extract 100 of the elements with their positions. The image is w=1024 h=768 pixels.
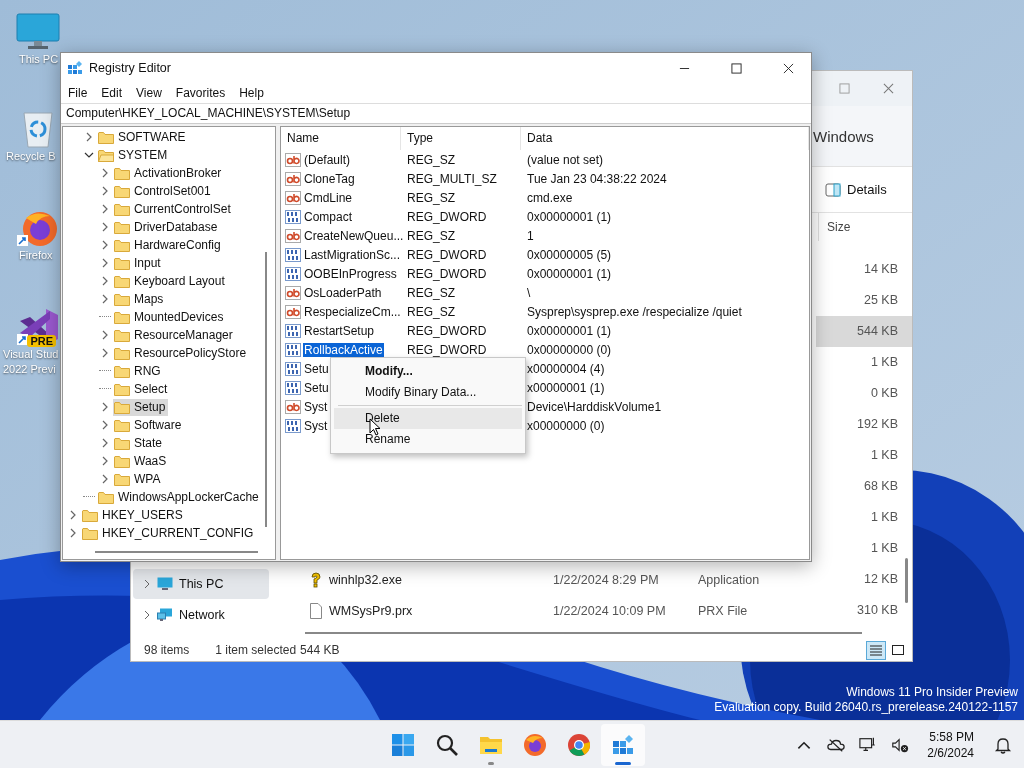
tree-item[interactable]: Select [113, 380, 171, 398]
file-name: winhlp32.exe [329, 572, 402, 587]
string-value-icon [285, 152, 301, 167]
value-name[interactable]: LastMigrationSc... [303, 247, 402, 262]
menu-item[interactable]: View [129, 86, 169, 100]
file-size[interactable]: 14 KB [816, 254, 912, 285]
address-field[interactable]: Computer\HKEY_LOCAL_MACHINE\SYSTEM\Setup [61, 103, 811, 124]
file-size[interactable]: 1 KB [816, 502, 912, 533]
tree-item[interactable]: WindowsAppLockerCache [97, 488, 262, 506]
tree-item[interactable]: MountedDevices [113, 308, 227, 326]
value-name[interactable]: OOBEInProgress [303, 266, 398, 281]
menu-item[interactable]: Rename [334, 429, 522, 450]
file-size[interactable]: 1 KB [816, 347, 912, 378]
taskbar-app-button[interactable] [601, 723, 645, 766]
clock[interactable]: 5:58 PM 2/6/2024 [927, 728, 974, 761]
file-size[interactable]: 310 KB [816, 595, 912, 626]
details-button[interactable]: Details [821, 180, 891, 199]
tree-item[interactable]: Input [113, 254, 164, 272]
close-icon[interactable] [883, 83, 894, 94]
nav-item[interactable]: This PC [133, 569, 269, 599]
column-header[interactable]: Name [281, 127, 401, 150]
file-name: WMSysPr9.prx [329, 603, 413, 618]
menu-item[interactable]: Help [232, 86, 271, 100]
preview-badge: PRE [27, 335, 56, 347]
tree-item[interactable]: Maps [113, 290, 167, 308]
menu-item[interactable]: File [61, 86, 95, 100]
value-type: REG_DWORD [407, 323, 487, 338]
registry-cubes-icon [611, 732, 635, 757]
value-name[interactable]: Syst [303, 418, 329, 433]
tree-item[interactable]: SYSTEM [97, 146, 171, 164]
tree-item[interactable]: HKEY_USERS [81, 506, 186, 524]
tree-item[interactable]: ResourcePolicyStore [113, 344, 250, 362]
tree-item[interactable]: DriverDatabase [113, 218, 221, 236]
chevron-right-icon[interactable] [143, 579, 151, 589]
value-name[interactable]: CreateNewQueu... [303, 228, 405, 243]
value-name[interactable]: Setu [303, 380, 330, 395]
scrollbar-thumb[interactable] [95, 551, 258, 553]
value-data: Sysprep\sysprep.exe /respecialize /quiet [527, 304, 742, 319]
tree-item[interactable]: ActivationBroker [113, 164, 225, 182]
tree-item[interactable]: Setup [113, 398, 169, 416]
file-size[interactable]: 192 KB [816, 409, 912, 440]
value-data: 0x00000001 (1) [527, 209, 612, 224]
monitor-icon[interactable] [16, 12, 60, 52]
value-name[interactable]: RestartSetup [303, 323, 376, 338]
value-name[interactable]: Compact [303, 209, 354, 224]
file-size[interactable]: 1 KB [816, 440, 912, 471]
string-value-icon [285, 171, 301, 186]
column-header[interactable]: Size [818, 213, 912, 241]
value-data: x00000004 (4) [527, 361, 605, 376]
tree-item[interactable]: Software [113, 416, 185, 434]
value-name[interactable]: OsLoaderPath [303, 285, 383, 300]
value-name[interactable]: RespecializeCm... [303, 304, 402, 319]
volume-muted-icon[interactable] [891, 735, 910, 754]
details-view-button[interactable] [866, 640, 886, 660]
file-size[interactable]: 12 KB [816, 564, 912, 595]
status-text: 98 items [144, 643, 190, 657]
tree-item[interactable]: ControlSet001 [113, 182, 214, 200]
column-header[interactable]: Type [401, 127, 521, 150]
tree-item[interactable]: SOFTWARE [97, 128, 189, 146]
value-data: (value not set) [527, 152, 604, 167]
tree-item[interactable]: WPA [113, 470, 164, 488]
value-data: 1 [527, 228, 534, 243]
scrollbar-thumb[interactable] [905, 558, 908, 603]
scrollbar-thumb[interactable] [265, 252, 267, 527]
binary-value-icon [285, 361, 301, 376]
menu-item[interactable]: Favorites [168, 86, 233, 100]
menu-item[interactable]: Modify Binary Data... [334, 382, 522, 403]
value-name[interactable]: CloneTag [303, 171, 356, 186]
tree-item[interactable]: HardwareConfig [113, 236, 224, 254]
search-icon [435, 732, 459, 757]
value-name[interactable]: Syst [303, 399, 329, 414]
value-name[interactable]: RollbackActive [303, 342, 384, 357]
tree-item[interactable]: Keyboard Layout [113, 272, 228, 290]
file-size[interactable]: 0 KB [816, 378, 912, 409]
value-name[interactable]: (Default) [303, 152, 351, 167]
chevron-right-icon[interactable] [143, 610, 151, 620]
tree-item[interactable]: WaaS [113, 452, 170, 470]
tree-item[interactable]: ResourceManager [113, 326, 236, 344]
column-header[interactable]: Data [521, 127, 809, 150]
value-data: 0x00000000 (0) [527, 342, 612, 357]
details-pane-icon [825, 182, 841, 197]
menu-item[interactable]: Delete [334, 408, 522, 429]
network-icon[interactable] [859, 735, 878, 754]
value-name[interactable]: CmdLine [303, 190, 354, 205]
file-size[interactable]: 544 KB [816, 316, 912, 347]
tree-item[interactable]: CurrentControlSet [113, 200, 234, 218]
file-size[interactable]: 25 KB [816, 285, 912, 316]
scrollbar-thumb[interactable] [305, 631, 862, 634]
file-size[interactable]: 1 KB [816, 533, 912, 564]
tree-item[interactable]: RNG [113, 362, 164, 380]
menu-item[interactable]: Edit [94, 86, 130, 100]
notification-bell-icon[interactable] [994, 735, 1012, 754]
nav-item[interactable]: Network [133, 600, 269, 630]
value-name[interactable]: Setu [303, 361, 330, 376]
file-size[interactable]: 68 KB [816, 471, 912, 502]
tree-item[interactable]: State [113, 434, 166, 452]
breadcrumb-item[interactable]: Windows [813, 127, 874, 145]
menu-item[interactable]: Modify... [334, 361, 522, 382]
tree-item[interactable]: HKEY_CURRENT_CONFIG [81, 524, 257, 542]
value-type: REG_MULTI_SZ [407, 171, 497, 186]
